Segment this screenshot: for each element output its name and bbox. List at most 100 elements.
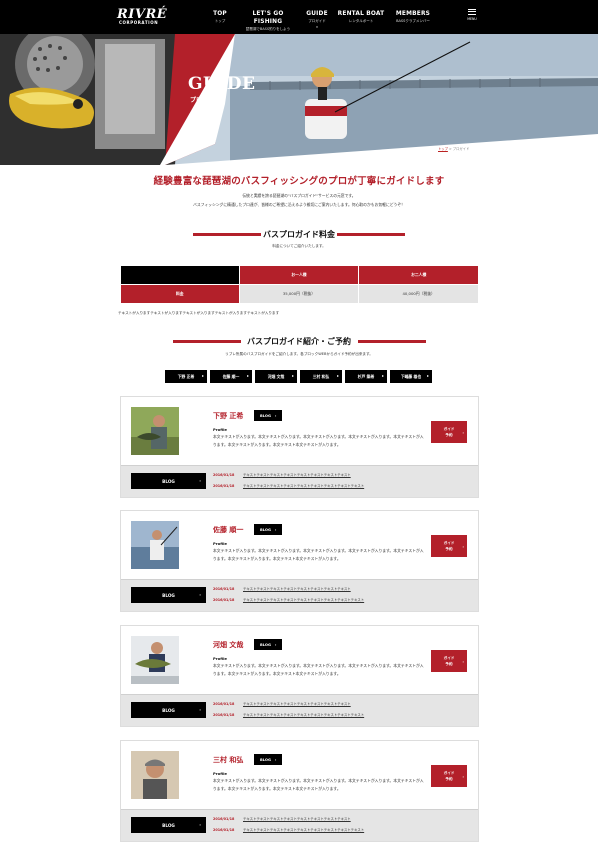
profile-label: Profile	[213, 427, 227, 432]
blog-tag-label: BLOG	[260, 413, 271, 418]
profile-text: 本文テキストが入ります。本文テキストが入ります。本文テキストが入ります。本文テキ…	[213, 548, 424, 561]
guide-tab[interactable]: 下嶋藤 雄也 ▸	[390, 370, 432, 383]
lead-paragraph-2: バスフィッシングに精通したプロ達が、皆様のご希望に沿えるよう親切にご案内いたしま…	[193, 202, 405, 207]
guide-tab[interactable]: 杉戸 築希 ▸	[345, 370, 387, 383]
nav-rental-boat-sub: レンタルボート	[348, 19, 374, 23]
guide-name: 佐藤 順一	[213, 526, 244, 534]
price-col-pair: お二人様	[358, 265, 479, 285]
nav-guide[interactable]: GUIDE プロガイド ▾	[304, 9, 330, 29]
price-row-label: 料金	[120, 284, 240, 304]
chevron-down-icon: ▸	[201, 373, 204, 378]
guide-btn-line2: 予約	[445, 662, 453, 666]
guide-btn-line2: 予約	[445, 433, 453, 437]
nav-rental-boat[interactable]: RENTAL BOAT レンタルボート	[337, 9, 385, 24]
guide-tab[interactable]: 三村 和弘 ▸	[300, 370, 342, 383]
chevron-right-icon: ›	[199, 592, 201, 597]
guide-reservation-button[interactable]: ガイド 予約 ›	[431, 765, 467, 787]
hero-subtitle: プロガイド	[190, 97, 221, 104]
nav-lets-go-fishing[interactable]: LET'S GO FISHING 琵琶湖でBASS釣りをしよう	[238, 9, 298, 32]
profile-text: 本文テキストが入ります。本文テキストが入ります。本文テキストが入ります。本文テキ…	[213, 778, 424, 791]
profile-label: Profile	[213, 771, 227, 776]
chevron-down-icon: ▸	[246, 373, 249, 378]
blog-button-label: BLOG	[162, 478, 175, 484]
blog-entry-link[interactable]: テキストテキストテキストテキストテキストテキストテキストテキストテキスト	[243, 713, 364, 717]
guide-card-profile: 三村 和弘 BLOG › Profile 本文テキストが入ります。本文テキストが入…	[121, 741, 478, 809]
guide-tab-label: 下嶋藤 雄也	[400, 373, 422, 379]
heading-rule-right	[358, 340, 426, 343]
guide-tab-label: 河畑 文哉	[267, 373, 285, 379]
lead-paragraph-1: 伝統と実績を誇る琵琶湖の"バスプロガイド"サービスの元窓です。	[242, 193, 356, 198]
guide-card: 三村 和弘 BLOG › Profile 本文テキストが入ります。本文テキストが入…	[120, 740, 479, 842]
guide-btn-line2: 予約	[445, 777, 453, 781]
blog-tag-label: BLOG	[260, 642, 271, 647]
blog-tag-button[interactable]: BLOG ›	[254, 410, 283, 421]
nav-top-label: TOP	[213, 9, 227, 17]
blog-entry-date: 2016/01/18	[213, 484, 235, 488]
profile-text: 本文テキストが入ります。本文テキストが入ります。本文テキストが入ります。本文テキ…	[213, 663, 424, 676]
hamburger-icon	[468, 9, 476, 15]
guide-reservation-button[interactable]: ガイド 予約 ›	[431, 650, 467, 672]
blog-entry-link[interactable]: テキストテキストテキストテキストテキストテキストテキストテキストテキスト	[243, 598, 364, 602]
nav-rental-boat-label: RENTAL BOAT	[337, 9, 385, 17]
chevron-right-icon: ›	[274, 642, 277, 647]
price-single-value: 35,000円（税抜）	[238, 284, 360, 304]
price-subtext: 料金についてご紹介いたします。	[272, 244, 326, 248]
guide-tab[interactable]: 河畑 文哉 ▸	[255, 370, 297, 383]
breadcrumb-home[interactable]: トップ	[438, 147, 448, 151]
chevron-right-icon: ›	[274, 413, 277, 418]
price-table: お一人様 お二人様 料金 35,000円（税抜） 40,000円（税抜）	[120, 265, 479, 304]
guide-tab-label: 三村 和弘	[312, 373, 330, 379]
guide-reservation-button[interactable]: ガイド 予約 ›	[431, 535, 467, 557]
blog-entry-date: 2016/01/18	[213, 828, 235, 832]
blog-entry: 2016/01/18 テキストテキストテキストテキストテキストテキストテキストテキ…	[213, 472, 351, 477]
blog-button-label: BLOG	[162, 822, 175, 828]
blog-button[interactable]: BLOG ›	[131, 702, 206, 718]
blog-button[interactable]: BLOG ›	[131, 587, 206, 603]
guide-card-blog: BLOG › 2016/01/18 テキストテキストテキストテキストテキストテキスト…	[121, 465, 478, 497]
blog-entry-link[interactable]: テキストテキストテキストテキストテキストテキストテキストテキストテキスト	[243, 828, 364, 832]
blog-tag-button[interactable]: BLOG ›	[254, 754, 283, 765]
nav-lets-go-fishing-sub: 琵琶湖でBASS釣りをしよう	[245, 27, 291, 31]
guide-card: 佐藤 順一 BLOG › Profile 本文テキストが入ります。本文テキストが入…	[120, 510, 479, 612]
blog-button-label: BLOG	[162, 592, 175, 598]
blog-entry-date: 2016/01/18	[213, 817, 235, 821]
guide-card-blog: BLOG › 2016/01/18 テキストテキストテキストテキストテキストテキスト…	[121, 579, 478, 611]
chevron-right-icon: ›	[199, 707, 201, 712]
chevron-right-icon: ›	[274, 527, 277, 532]
blog-tag-button[interactable]: BLOG ›	[254, 524, 283, 535]
guide-tab[interactable]: 佐藤 順一 ▸	[210, 370, 252, 383]
blog-tag-label: BLOG	[260, 527, 271, 532]
guide-card-profile: 佐藤 順一 BLOG › Profile 本文テキストが入ります。本文テキストが入…	[121, 511, 478, 579]
guide-name: 下野 正希	[213, 412, 244, 420]
guide-tab[interactable]: 下野 正希 ▸	[165, 370, 207, 383]
nav-guide-sub: プロガイド	[308, 19, 326, 23]
hero-banner: GUIDE プロガイド	[0, 34, 598, 165]
blog-entry-date: 2016/01/18	[213, 587, 235, 591]
blog-entry-link[interactable]: テキストテキストテキストテキストテキストテキストテキストテキストテキスト	[243, 484, 364, 488]
nav-top-sub: トップ	[214, 19, 226, 23]
nav-guide-label: GUIDE	[306, 9, 328, 17]
blog-entry-link[interactable]: テキストテキストテキストテキストテキストテキストテキストテキスト	[243, 702, 351, 706]
guide-reservation-button[interactable]: ガイド 予約 ›	[431, 421, 467, 443]
blog-button[interactable]: BLOG ›	[131, 473, 206, 489]
blog-entry: 2016/01/18 テキストテキストテキストテキストテキストテキストテキストテキ…	[213, 701, 351, 706]
price-heading-text: バスプロガイド料金	[263, 230, 335, 239]
blog-entry-link[interactable]: テキストテキストテキストテキストテキストテキストテキストテキスト	[243, 587, 351, 591]
blog-entry: 2016/01/18 テキストテキストテキストテキストテキストテキストテキストテキ…	[213, 586, 351, 591]
guide-card: 河畑 文哉 BLOG › Profile 本文テキストが入ります。本文テキストが入…	[120, 625, 479, 727]
blog-button[interactable]: BLOG ›	[131, 817, 206, 833]
nav-top[interactable]: TOP トップ	[209, 9, 231, 24]
blog-entry-date: 2016/01/18	[213, 598, 235, 602]
chevron-right-icon: ›	[274, 757, 277, 762]
heading-rule-left	[193, 233, 261, 236]
nav-members[interactable]: MEMBERS BASSクラブメンバー	[390, 9, 436, 24]
site-logo-sub: CORPORATION	[119, 20, 159, 25]
menu-button[interactable]: MENU	[462, 9, 482, 21]
blog-entry-link[interactable]: テキストテキストテキストテキストテキストテキストテキストテキスト	[243, 473, 351, 477]
guides-heading: バスプロガイド紹介・ご予約	[0, 336, 598, 347]
blog-entry-link[interactable]: テキストテキストテキストテキストテキストテキストテキストテキスト	[243, 817, 351, 821]
blog-entry: 2016/01/18 テキストテキストテキストテキストテキストテキストテキストテキ…	[213, 816, 351, 821]
guide-tab-label: 下野 正希	[177, 373, 195, 379]
blog-tag-button[interactable]: BLOG ›	[254, 639, 283, 650]
blog-tag-label: BLOG	[260, 757, 271, 762]
